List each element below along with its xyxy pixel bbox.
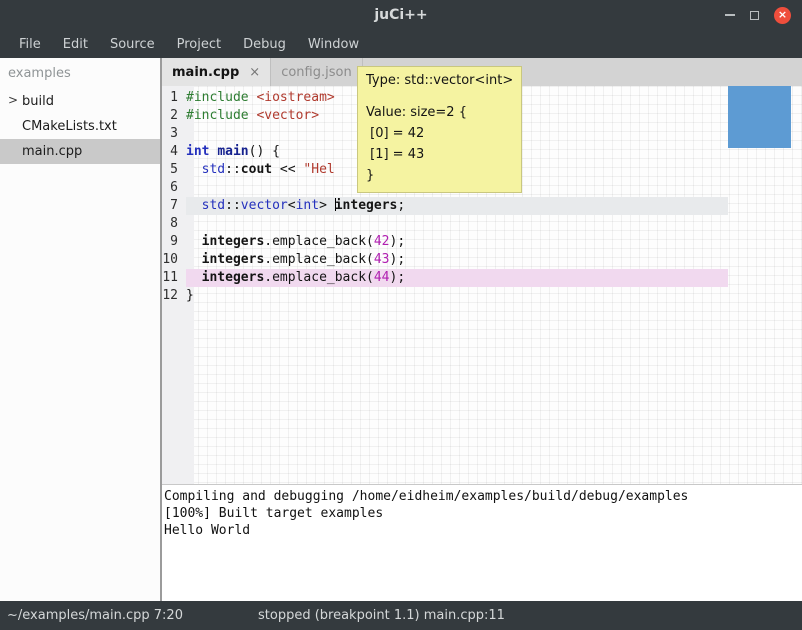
menu-project[interactable]: Project [166, 37, 232, 52]
terminal-line: Compiling and debugging /home/eidheim/ex… [164, 488, 800, 505]
tab-config-json[interactable]: config.json [271, 58, 363, 86]
code-text: integers.emplace_back(43); [186, 251, 728, 269]
editor-pane: main.cpp × config.json 1#include <iostre… [162, 58, 802, 601]
tooltip-value-line: [0] = 42 [366, 123, 513, 144]
tab-close-icon[interactable]: × [249, 65, 260, 80]
line-number: 6 [162, 179, 186, 197]
close-icon[interactable]: × [774, 7, 791, 24]
code-line-9[interactable]: 9 integers.emplace_back(42); [162, 233, 728, 251]
tooltip-gap [366, 91, 513, 102]
scrollbar-track[interactable] [728, 86, 802, 484]
tooltip-value-line: [1] = 43 [366, 144, 513, 165]
menu-source[interactable]: Source [99, 37, 166, 52]
main-area: examples > build CMakeLists.txt main.cpp… [0, 58, 802, 601]
code-text: integers.emplace_back(42); [186, 233, 728, 251]
folder-expander-icon[interactable]: > [8, 93, 18, 107]
file-tree-sidebar: examples > build CMakeLists.txt main.cpp [0, 58, 162, 601]
tab-label: config.json [281, 65, 352, 80]
line-number: 10 [162, 251, 186, 269]
window-controls: × [725, 7, 802, 24]
file-tree: > build CMakeLists.txt main.cpp [0, 89, 160, 164]
sidebar-title: examples [0, 58, 160, 89]
statusbar: ~/examples/main.cpp 7:20 stopped (breakp… [0, 601, 802, 630]
maximize-icon[interactable] [750, 11, 759, 20]
code-text: integers.emplace_back(44); [186, 269, 728, 287]
code-line-7[interactable]: 7 std::vector<int> integers; [162, 197, 728, 215]
code-text: } [186, 287, 728, 305]
tree-item-label: main.cpp [22, 144, 82, 159]
menubar: File Edit Source Project Debug Window [0, 30, 802, 58]
status-file-position: ~/examples/main.cpp 7:20 [0, 608, 258, 623]
tab-label: main.cpp [172, 65, 239, 80]
code-line-8[interactable]: 8 [162, 215, 728, 233]
tree-item-build[interactable]: > build [0, 89, 160, 114]
line-number: 4 [162, 143, 186, 161]
tab-main-cpp[interactable]: main.cpp × [162, 58, 271, 86]
window-title: juCi++ [0, 7, 802, 23]
tree-item-label: CMakeLists.txt [22, 119, 117, 134]
titlebar[interactable]: juCi++ × [0, 0, 802, 30]
tooltip-value-line: Value: size=2 { [366, 102, 513, 123]
line-number: 12 [162, 287, 186, 305]
code-line-12[interactable]: 12} [162, 287, 728, 305]
tree-item-cmakelists[interactable]: CMakeLists.txt [0, 114, 160, 139]
line-number: 7 [162, 197, 186, 215]
tooltip-value-line: } [366, 165, 513, 186]
line-number: 9 [162, 233, 186, 251]
terminal-line: [100%] Built target examples [164, 505, 800, 522]
line-number: 11 [162, 269, 186, 287]
line-number: 8 [162, 215, 186, 233]
code-line-10[interactable]: 10 integers.emplace_back(43); [162, 251, 728, 269]
menu-file[interactable]: File [8, 37, 52, 52]
tree-item-main-cpp[interactable]: main.cpp [0, 139, 160, 164]
terminal-line: Hello World [164, 522, 800, 539]
debug-value-tooltip: Type: std::vector<int> Value: size=2 { [… [357, 66, 522, 193]
tooltip-type-line: Type: std::vector<int> [366, 70, 513, 91]
code-line-11[interactable]: 11 integers.emplace_back(44); [162, 269, 728, 287]
scrollbar-thumb[interactable] [728, 86, 791, 148]
line-number: 1 [162, 89, 186, 107]
line-number: 3 [162, 125, 186, 143]
code-text [186, 215, 728, 233]
status-debug-state: stopped (breakpoint 1.1) main.cpp:11 [258, 608, 505, 623]
menu-window[interactable]: Window [297, 37, 370, 52]
code-text: std::vector<int> integers; [186, 197, 728, 215]
build-output-terminal[interactable]: Compiling and debugging /home/eidheim/ex… [162, 484, 802, 601]
menu-edit[interactable]: Edit [52, 37, 99, 52]
line-number: 2 [162, 107, 186, 125]
menu-debug[interactable]: Debug [232, 37, 297, 52]
tree-item-label: build [22, 94, 54, 109]
juci-window: juCi++ × File Edit Source Project Debug … [0, 0, 802, 630]
minimize-icon[interactable] [725, 14, 735, 16]
line-number: 5 [162, 161, 186, 179]
